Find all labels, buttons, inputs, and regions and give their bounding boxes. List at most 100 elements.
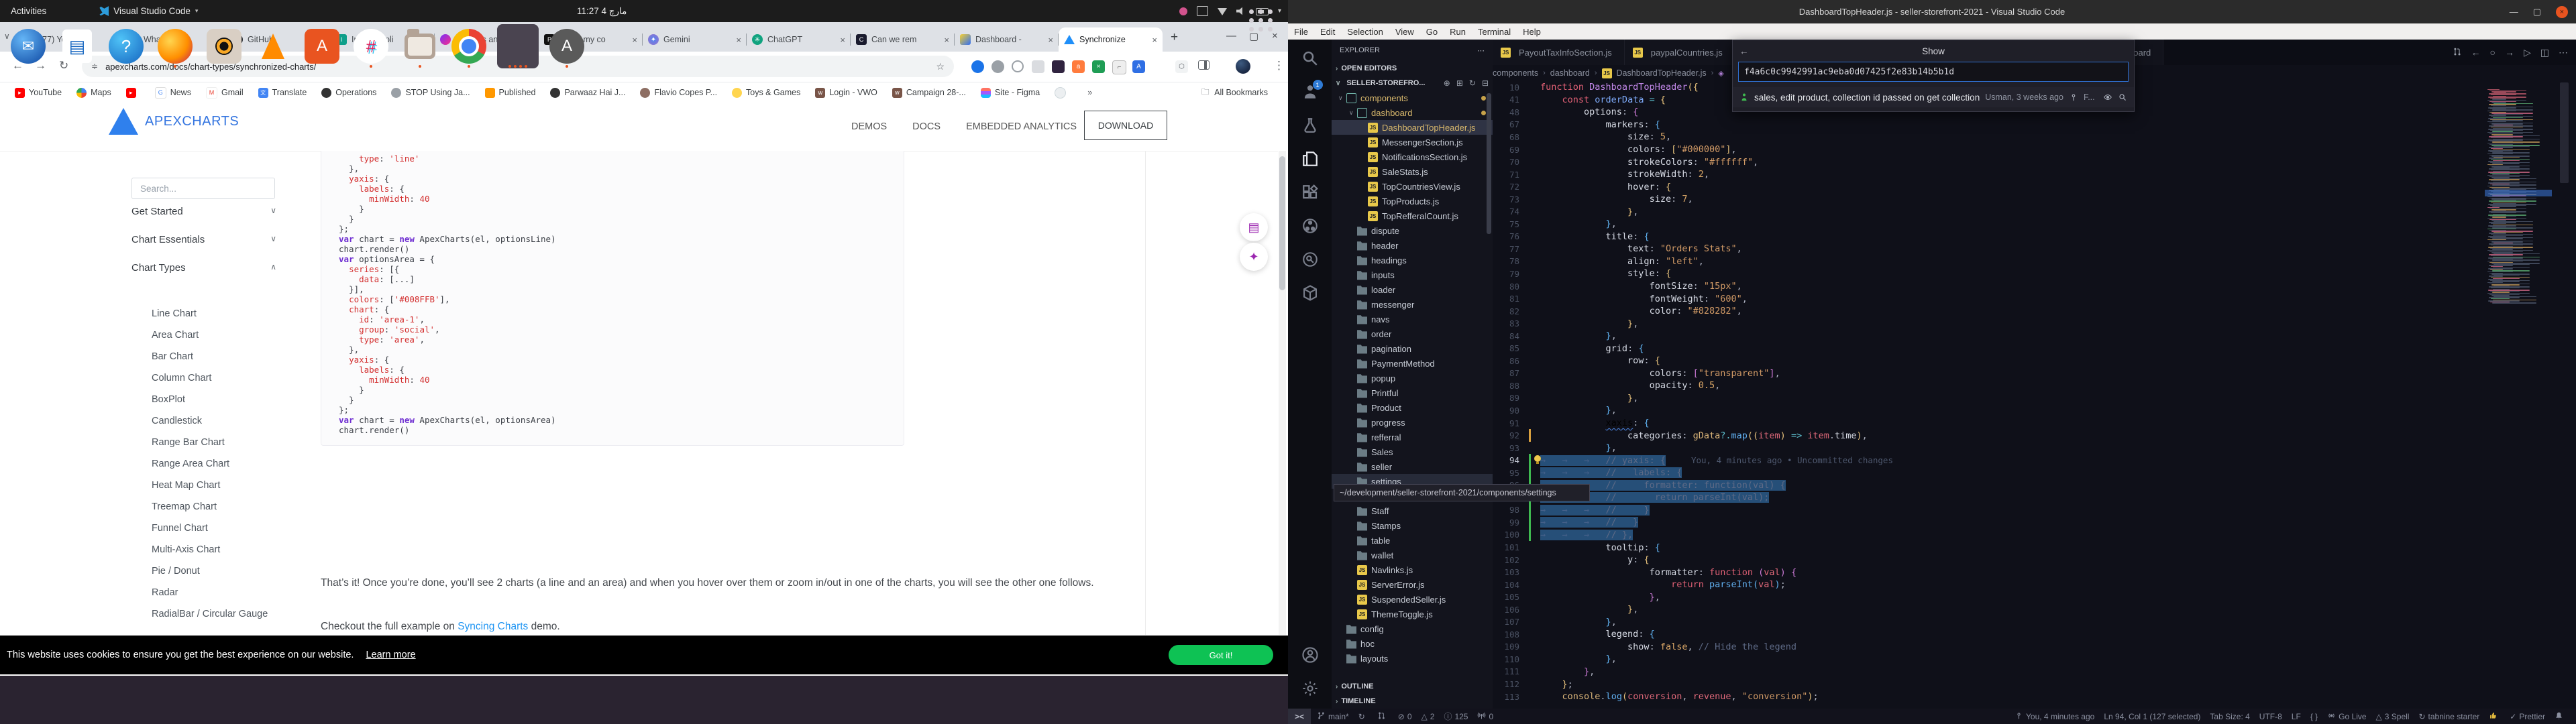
maximize-button[interactable]: ▢ xyxy=(1249,30,1258,42)
docs-nav-item[interactable]: Treemap Chart xyxy=(152,501,217,512)
new-tab-button[interactable]: + xyxy=(1171,30,1178,45)
scrollbar-thumb[interactable] xyxy=(1279,156,1285,290)
docs-nav-item[interactable]: Funnel Chart xyxy=(152,523,208,534)
docs-nav-item[interactable]: Bar Chart xyxy=(152,351,193,362)
accounts-icon[interactable]: 1 xyxy=(1295,77,1325,107)
status-item[interactable]: ⓘ 125 xyxy=(1439,709,1472,724)
dock-app[interactable] xyxy=(350,24,392,68)
menu-item[interactable]: Terminal xyxy=(1472,27,1517,37)
explorer-tree-item[interactable]: messenger xyxy=(1332,297,1493,312)
explorer-tree-item[interactable]: loader xyxy=(1332,282,1493,297)
bookmark-item[interactable]: Gmail xyxy=(206,87,244,99)
editor-tab[interactable]: paypalCountries.js xyxy=(1625,40,1735,65)
explorer-tree-item[interactable]: navs xyxy=(1332,312,1493,326)
forward-icon[interactable]: → xyxy=(2505,47,2514,58)
code-search-icon[interactable] xyxy=(1295,245,1325,274)
back-icon[interactable]: ← xyxy=(2471,47,2481,58)
docs-nav-section[interactable]: Chart Essentials∨ xyxy=(131,234,276,245)
docs-nav-section[interactable]: Get Started∨ xyxy=(131,206,276,217)
explorer-tree-item[interactable]: TopCountriesView.js xyxy=(1332,179,1493,194)
status-item[interactable]: >< xyxy=(1288,709,1311,724)
outline-section[interactable]: ›OUTLINE xyxy=(1332,679,1493,694)
bookmark-item[interactable]: Campaign 28-... xyxy=(892,88,966,98)
explorer-tree-item[interactable]: Sales xyxy=(1332,444,1493,459)
explorer-tree-item[interactable]: Stamps xyxy=(1332,518,1493,533)
extension-icon[interactable] xyxy=(991,60,1004,73)
maximize-button[interactable]: ▢ xyxy=(2533,7,2541,17)
menu-item[interactable]: Help xyxy=(1517,27,1547,37)
status-item[interactable]: ↻ tabnine starter xyxy=(2414,709,2484,724)
explorer-tree-item[interactable]: dispute xyxy=(1332,223,1493,238)
learn-more-link[interactable]: Learn more xyxy=(366,650,415,660)
open-editors-section[interactable]: ›OPEN EDITORS xyxy=(1332,61,1493,76)
bookmark-item[interactable]: YouTube xyxy=(15,88,62,98)
timeline-section[interactable]: ›TIMELINE xyxy=(1332,694,1493,709)
sidebar-scrollbar[interactable] xyxy=(1487,93,1491,234)
extension-icon[interactable] xyxy=(1112,60,1126,74)
vscode-title-bar[interactable]: DashboardTopHeader.js - seller-storefron… xyxy=(1288,0,2576,23)
status-item[interactable]: 0 xyxy=(1472,709,1498,724)
profile-avatar[interactable] xyxy=(1236,59,1250,74)
status-item[interactable]: Tab Size: 4 xyxy=(2205,709,2254,724)
dock-app[interactable] xyxy=(56,24,98,68)
explorer-tree-item[interactable]: ∨ dashboard xyxy=(1332,105,1493,120)
explorer-tree-item[interactable]: MessengerSection.js xyxy=(1332,135,1493,149)
tab-close-icon[interactable]: × xyxy=(1152,35,1157,45)
docs-search-input[interactable]: Search... xyxy=(131,178,275,199)
run-icon[interactable]: ▷ xyxy=(2524,47,2531,58)
explorer-tree-item[interactable]: config xyxy=(1332,621,1493,636)
got-it-button[interactable]: Got it! xyxy=(1169,645,1273,665)
menu-item[interactable]: Run xyxy=(1444,27,1472,37)
status-item[interactable] xyxy=(2484,709,2505,724)
status-item[interactable]: Go Live xyxy=(2322,709,2371,724)
page-widget-sparkle-icon[interactable]: ✦ xyxy=(1240,243,1268,271)
explorer-tree-item[interactable]: popup xyxy=(1332,371,1493,385)
bookmark-star-icon[interactable]: ☆ xyxy=(936,61,945,72)
status-item[interactable]: ✓ Prettier xyxy=(2505,709,2550,724)
browser-tab[interactable]: Dashboard - × xyxy=(955,27,1059,52)
code-editor[interactable]: 10function DashboardTopHeader({41 const … xyxy=(1493,81,2485,709)
docs-nav-item[interactable]: Multi-Axis Chart xyxy=(152,544,220,555)
page-widget-doc-icon[interactable]: ▤ xyxy=(1240,213,1268,241)
bookmark-item[interactable]: STOP Using Ja... xyxy=(391,88,470,98)
explorer-tree-item[interactable]: seller xyxy=(1332,459,1493,474)
bookmark-item[interactable]: Parwaaz Hai J... xyxy=(550,88,625,98)
docs-nav-item[interactable]: RadialBar / Circular Gauge xyxy=(152,609,268,619)
editor-scrollbar[interactable] xyxy=(2560,82,2569,183)
compare-icon[interactable] xyxy=(2453,47,2462,58)
status-item[interactable]: You, 4 minutes ago xyxy=(2010,709,2099,724)
status-item[interactable]: ↻ xyxy=(1354,709,1373,724)
apexcharts-logo[interactable]: APEXCHARTS xyxy=(109,108,239,135)
menu-item[interactable]: Selection xyxy=(1341,27,1389,37)
extension-icon[interactable] xyxy=(1052,60,1065,73)
docs-nav-item[interactable]: Heat Map Chart xyxy=(152,480,220,491)
dock-app[interactable] xyxy=(7,24,49,68)
status-item[interactable]: △ 2 xyxy=(1417,709,1440,724)
dock-app[interactable] xyxy=(203,24,245,68)
bookmark-item[interactable]: Login - VWO xyxy=(815,88,877,98)
explorer-tree-item[interactable]: Printful xyxy=(1332,385,1493,400)
extension-icon[interactable] xyxy=(1032,60,1044,73)
explorer-tree-item[interactable]: layouts xyxy=(1332,651,1493,666)
show-applications-button[interactable] xyxy=(1249,9,1273,32)
focused-app-menu[interactable]: Visual Studio Code ▾ xyxy=(99,6,198,16)
dock-app[interactable] xyxy=(497,24,539,68)
explorer-tree-item[interactable]: SuspendedSeller.js xyxy=(1332,592,1493,607)
status-item[interactable]: Ln 94, Col 1 (127 selected) xyxy=(2099,709,2205,724)
status-item[interactable]: main* xyxy=(1312,709,1354,724)
tab-close-icon[interactable]: × xyxy=(632,35,637,45)
site-nav-link[interactable]: DEMOS xyxy=(851,121,887,132)
bookmark-item[interactable]: News xyxy=(155,87,191,99)
search-icon[interactable] xyxy=(2118,93,2127,102)
docs-nav-item[interactable]: Line Chart xyxy=(152,308,197,319)
new-folder-icon[interactable]: ⊞ xyxy=(1456,78,1463,88)
site-nav-link[interactable]: EMBEDDED ANALYTICS xyxy=(966,121,1077,132)
browser-tab[interactable]: ChatGPT × xyxy=(747,27,851,52)
dock-app[interactable] xyxy=(252,24,294,68)
explorer-icon[interactable] xyxy=(1295,144,1325,174)
browser-tab[interactable]: Gemini × xyxy=(643,27,747,52)
new-file-icon[interactable]: ⊕ xyxy=(1444,78,1450,88)
activities-button[interactable]: Activities xyxy=(11,6,46,16)
back-icon[interactable]: ← xyxy=(1739,46,1749,56)
tab-close-icon[interactable]: × xyxy=(944,35,949,45)
